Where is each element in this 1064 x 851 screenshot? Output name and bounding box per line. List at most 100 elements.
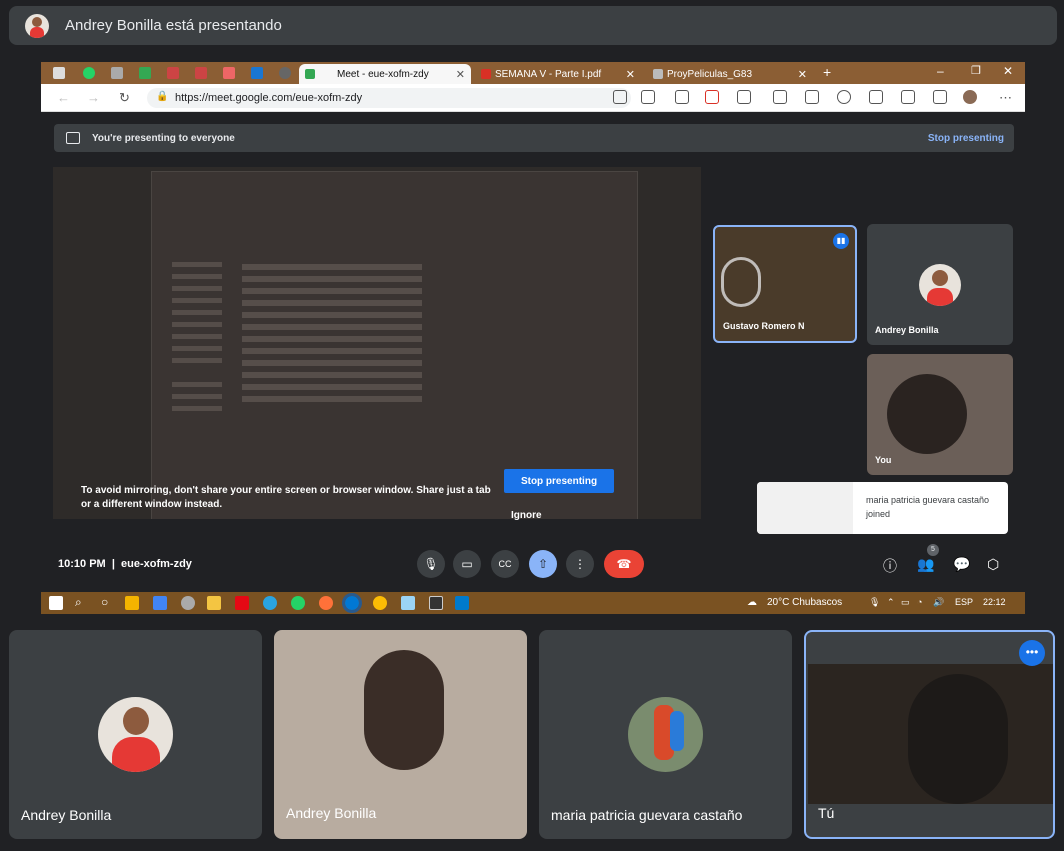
chrome-icon[interactable] <box>373 596 387 610</box>
present-button[interactable]: ⇧ <box>529 550 557 578</box>
forward-icon[interactable]: → <box>87 90 100 105</box>
participant-tile[interactable]: Andrey Bonilla <box>9 630 262 839</box>
video-feed <box>364 650 444 770</box>
participant-tile[interactable]: maria patricia guevara castaño <box>539 630 792 839</box>
shield-icon[interactable] <box>933 90 947 104</box>
app-icon[interactable] <box>167 67 179 79</box>
app-icon[interactable] <box>111 67 123 79</box>
refresh-icon[interactable]: ↻ <box>119 90 130 106</box>
microphone-button[interactable]: 🎙 <box>417 550 445 578</box>
end-call-button[interactable]: ☎ <box>604 550 644 578</box>
extension-icon[interactable] <box>705 90 719 104</box>
more-options-icon[interactable]: ••• <box>1019 640 1045 666</box>
info-icon[interactable]: ⓘ <box>883 556 897 576</box>
language-indicator[interactable]: ESP <box>955 597 973 607</box>
folder-icon[interactable] <box>207 596 221 610</box>
tab-meet[interactable]: Meet - eue-xofm-zdy ✕ <box>299 64 471 84</box>
maximize-icon[interactable]: ❐ <box>971 64 981 77</box>
drive-icon[interactable] <box>139 67 151 79</box>
screenshot-icon[interactable] <box>675 90 689 104</box>
participant-tile[interactable]: ▮▮ Gustavo Romero N <box>713 225 857 343</box>
windows-start-icon[interactable] <box>49 596 63 610</box>
store-icon[interactable] <box>125 596 139 610</box>
terminal-icon[interactable] <box>429 596 443 610</box>
close-icon[interactable]: ✕ <box>798 68 807 81</box>
clock[interactable]: 22:12 <box>983 597 1006 607</box>
stop-presenting-button[interactable]: Stop presenting <box>504 469 614 493</box>
minimize-icon[interactable]: – <box>937 64 944 78</box>
apps-icon[interactable] <box>901 90 915 104</box>
wifi-icon[interactable]: ◔ <box>917 597 922 607</box>
ignore-button[interactable]: Ignore <box>511 510 542 521</box>
chat-icon[interactable]: 💬 <box>953 556 970 573</box>
user-avatar <box>98 697 173 772</box>
presenter-avatar <box>25 13 49 38</box>
trello-icon[interactable] <box>251 67 263 79</box>
participant-tile[interactable]: Andrey Bonilla <box>274 630 527 839</box>
close-icon[interactable]: ✕ <box>456 68 465 81</box>
camera-icon[interactable] <box>613 90 627 104</box>
participant-tile[interactable]: You <box>867 354 1013 475</box>
menu-dots-icon[interactable]: ⋯ <box>999 90 1012 106</box>
weather-text[interactable]: 20°C Chubascos <box>767 597 842 608</box>
star-icon[interactable] <box>641 90 655 104</box>
more-options-icon[interactable]: ⋮ <box>566 550 594 578</box>
collections-icon[interactable] <box>805 90 819 104</box>
camera-button[interactable]: ▭ <box>453 550 481 578</box>
download-icon[interactable] <box>869 90 883 104</box>
window-icon <box>53 67 65 79</box>
whatsapp-icon[interactable] <box>83 67 95 79</box>
chevron-up-icon[interactable]: ⌃ <box>887 597 895 608</box>
close-icon[interactable]: ✕ <box>626 68 635 81</box>
app-icon[interactable] <box>195 67 207 79</box>
address-bar: ← → ↻ 🔒 https://meet.google.com/eue-xofm… <box>41 84 1025 112</box>
vscode-icon[interactable] <box>455 596 469 610</box>
lock-icon: 🔒 <box>156 91 169 102</box>
tab-pdf[interactable]: SEMANA V - Parte I.pdf ✕ <box>475 64 641 84</box>
new-tab-icon[interactable]: + <box>823 64 831 80</box>
browser-tab-strip: Meet - eue-xofm-zdy ✕ SEMANA V - Parte I… <box>41 62 1025 84</box>
back-icon[interactable]: ← <box>57 90 70 105</box>
favorites-icon[interactable] <box>773 90 787 104</box>
presenter-text: Andrey Bonilla está presentando <box>65 17 282 34</box>
windows-taskbar: ⌕ ○ ☁ 20°C Chubascos 🎙 ⌃ ▭ ◔ 🔊 ESP 22:12 <box>41 592 1025 614</box>
telegram-icon[interactable] <box>263 596 277 610</box>
url-input[interactable]: 🔒 https://meet.google.com/eue-xofm-zdy <box>147 88 631 108</box>
window-close-icon[interactable]: ✕ <box>1003 64 1013 78</box>
mail-icon[interactable] <box>153 596 167 610</box>
meeting-time: 10:10 PM | eue-xofm-zdy <box>58 558 192 570</box>
participant-tile-self[interactable]: ••• Tú <box>804 630 1055 839</box>
tab-proy[interactable]: ProyPeliculas_G83 ✕ <box>647 64 813 84</box>
search-icon[interactable]: ⌕ <box>75 595 82 610</box>
presenter-bar: Andrey Bonilla está presentando <box>9 6 1057 45</box>
weather-icon[interactable]: ☁ <box>747 597 757 608</box>
presenting-banner: You're presenting to everyone Stop prese… <box>54 124 1014 152</box>
whatsapp-icon[interactable] <box>291 596 305 610</box>
headphones-icon <box>721 257 761 307</box>
volume-icon[interactable]: 🔊 <box>933 597 944 608</box>
present-icon <box>66 132 80 144</box>
app-icon[interactable] <box>401 596 415 610</box>
user-avatar <box>628 697 703 772</box>
firefox-icon[interactable] <box>319 596 333 610</box>
stop-presenting-link[interactable]: Stop presenting <box>928 133 1004 144</box>
mirror-warning: To avoid mirroring, don't share your ent… <box>81 485 491 510</box>
shared-screen: Meet - eue-xofm-zdy ✕ SEMANA V - Parte I… <box>41 62 1025 614</box>
app-icon[interactable] <box>181 596 195 610</box>
captions-button[interactable]: CC <box>491 550 519 578</box>
mic-tray-icon[interactable]: 🎙 <box>869 597 880 608</box>
activities-icon[interactable]: ⬡ <box>987 556 999 573</box>
file-explorer-window <box>151 171 638 519</box>
profile-avatar[interactable] <box>963 90 977 104</box>
puzzle-icon[interactable] <box>737 90 751 104</box>
app-icon[interactable] <box>223 67 235 79</box>
cortana-icon[interactable]: ○ <box>101 595 108 609</box>
edge-icon[interactable] <box>342 593 362 613</box>
video-feed <box>887 374 967 454</box>
battery-icon[interactable]: ▭ <box>901 597 910 608</box>
people-icon[interactable]: 👥 <box>917 556 934 573</box>
participant-tile[interactable]: Andrey Bonilla <box>867 224 1013 345</box>
github-icon[interactable] <box>279 67 291 79</box>
history-icon[interactable] <box>837 90 851 104</box>
netflix-icon[interactable] <box>235 596 249 610</box>
